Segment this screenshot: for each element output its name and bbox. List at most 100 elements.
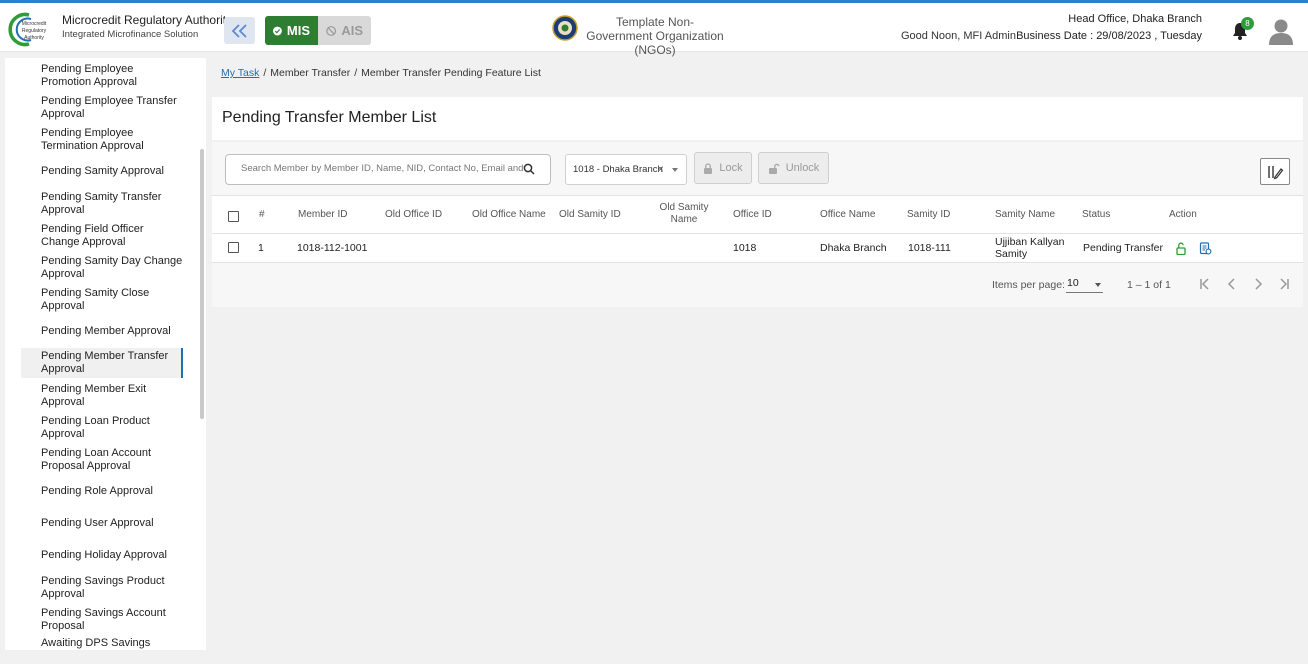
unlock-button[interactable]: Unlock bbox=[758, 152, 829, 184]
items-per-page-select[interactable]: 10 bbox=[1066, 277, 1103, 293]
logo-line-2: Regulatory bbox=[22, 28, 47, 34]
column-header-member-id[interactable]: Member ID bbox=[298, 209, 347, 220]
row-member-id: 1018-112-1001 bbox=[297, 242, 368, 254]
sidebar-item-member-transfer[interactable]: Pending Member Transfer Approval bbox=[21, 348, 183, 378]
ais-mode-button[interactable]: AIS bbox=[318, 16, 371, 45]
clear-icon[interactable]: × bbox=[657, 162, 664, 176]
sidebar-item-loan-account-proposal[interactable]: Pending Loan Account Proposal Approval bbox=[21, 445, 183, 475]
unlock-icon bbox=[768, 163, 780, 174]
breadcrumb-separator: / bbox=[354, 67, 358, 79]
row-office-id: 1018 bbox=[733, 242, 757, 254]
previous-page-icon[interactable] bbox=[1225, 277, 1239, 291]
table-row: 1 1018-112-1001 1018 Dhaka Branch 1018-1… bbox=[212, 234, 1303, 263]
business-date: Business Date : 29/08/2023 , Tuesday bbox=[1016, 30, 1202, 42]
member-search-input[interactable] bbox=[241, 163, 526, 174]
column-header-old-office-name[interactable]: Old Office Name bbox=[472, 209, 546, 220]
row-status: Pending Transfer bbox=[1083, 242, 1163, 254]
column-header-samity-id[interactable]: Samity ID bbox=[907, 209, 950, 220]
sidebar-item-employee-transfer[interactable]: Pending Employee Transfer Approval bbox=[21, 93, 183, 123]
edit-columns-icon bbox=[1268, 165, 1284, 179]
breadcrumb: My Task / Member Transfer / Member Trans… bbox=[221, 67, 541, 79]
mis-label: MIS bbox=[286, 23, 310, 38]
sidebar-item-employee-promotion[interactable]: Pending Employee Promotion Approval bbox=[21, 61, 183, 91]
organization-name: Template Non-Government Organization (NG… bbox=[586, 15, 724, 57]
row-samity-id: 1018-111 bbox=[908, 242, 951, 254]
view-details-icon[interactable] bbox=[1199, 242, 1212, 255]
paginator: Items per page: 10 1 – 1 of 1 bbox=[212, 263, 1303, 307]
column-header-old-samity-id[interactable]: Old Samity ID bbox=[559, 209, 621, 220]
select-all-checkbox[interactable] bbox=[228, 211, 239, 222]
column-header-action: Action bbox=[1169, 209, 1197, 220]
sidebar-item-member-approval[interactable]: Pending Member Approval bbox=[21, 316, 183, 346]
breadcrumb-separator: / bbox=[263, 67, 267, 79]
title-card: Pending Transfer Member List bbox=[212, 97, 1303, 140]
sidebar-item-awaiting-dps[interactable]: Awaiting DPS Savings bbox=[21, 630, 183, 650]
sidebar-item-employee-termination[interactable]: Pending Employee Termination Approval bbox=[21, 125, 183, 155]
member-list-panel: 1018 - Dhaka Branch × Lock Unlock # Memb… bbox=[212, 142, 1303, 307]
first-page-icon[interactable] bbox=[1198, 277, 1212, 291]
unlock-action-icon[interactable] bbox=[1175, 242, 1188, 255]
lock-label: Lock bbox=[719, 162, 743, 174]
check-circle-icon bbox=[273, 26, 282, 35]
branch-select-value: 1018 - Dhaka Branch bbox=[573, 164, 663, 175]
lock-icon bbox=[704, 162, 713, 174]
sidebar-item-field-officer-change[interactable]: Pending Field Officer Change Approval bbox=[21, 221, 183, 251]
sidebar-item-role-approval[interactable]: Pending Role Approval bbox=[21, 476, 183, 506]
items-per-page-label: Items per page: bbox=[992, 279, 1065, 291]
user-avatar-icon[interactable] bbox=[1268, 17, 1294, 45]
last-page-icon[interactable] bbox=[1277, 277, 1291, 291]
mra-logo: Microcredit Regulatory Authority bbox=[7, 11, 57, 47]
sidebar-item-holiday-approval[interactable]: Pending Holiday Approval bbox=[21, 540, 183, 570]
sidebar-item-samity-approval[interactable]: Pending Samity Approval bbox=[21, 156, 183, 186]
sidebar-nav: Pending Employee Promotion Approval Pend… bbox=[5, 58, 206, 650]
government-seal-icon bbox=[552, 15, 578, 41]
user-greeting: Good Noon, MFI Admin bbox=[901, 30, 1016, 42]
page-range-label: 1 – 1 of 1 bbox=[1127, 279, 1171, 291]
next-page-icon[interactable] bbox=[1251, 277, 1265, 291]
current-branch: Head Office, Dhaka Branch bbox=[1068, 13, 1202, 25]
breadcrumb-member-transfer: Member Transfer bbox=[270, 67, 351, 79]
double-chevron-left-icon bbox=[231, 23, 247, 38]
module-toggle: MIS AIS bbox=[265, 16, 371, 45]
chevron-down-icon[interactable] bbox=[672, 168, 678, 172]
sidebar-item-user-approval[interactable]: Pending User Approval bbox=[21, 508, 183, 538]
column-header-old-office-id[interactable]: Old Office ID bbox=[385, 209, 442, 220]
unlock-label: Unlock bbox=[785, 162, 820, 174]
column-header-office-id[interactable]: Office ID bbox=[733, 209, 772, 220]
sidebar-item-samity-close[interactable]: Pending Samity Close Approval bbox=[21, 285, 183, 315]
lock-button[interactable]: Lock bbox=[694, 152, 752, 184]
row-office-name: Dhaka Branch bbox=[820, 242, 887, 254]
column-header-office-name[interactable]: Office Name bbox=[820, 209, 875, 220]
chevron-down-icon bbox=[1095, 283, 1101, 287]
brand-subtitle: Integrated Microfinance Solution bbox=[62, 29, 199, 40]
items-per-page-value: 10 bbox=[1067, 277, 1079, 289]
row-select-checkbox[interactable] bbox=[228, 242, 239, 253]
sidebar-item-member-exit[interactable]: Pending Member Exit Approval bbox=[21, 381, 183, 411]
search-box bbox=[225, 154, 551, 185]
logo-line-3: Authority bbox=[24, 35, 44, 41]
search-icon[interactable] bbox=[523, 163, 535, 175]
table-header: # Member ID Old Office ID Old Office Nam… bbox=[212, 195, 1303, 234]
breadcrumb-current-page: Member Transfer Pending Feature List bbox=[361, 67, 541, 79]
ais-label: AIS bbox=[341, 23, 363, 38]
sidebar-item-loan-product[interactable]: Pending Loan Product Approval bbox=[21, 413, 183, 443]
top-header: Microcredit Regulatory Authority Microcr… bbox=[0, 3, 1308, 57]
breadcrumb-my-task-link[interactable]: My Task bbox=[221, 67, 259, 79]
branch-select[interactable]: 1018 - Dhaka Branch × bbox=[565, 154, 687, 185]
column-settings-button[interactable] bbox=[1260, 158, 1290, 185]
column-header-status[interactable]: Status bbox=[1082, 209, 1110, 220]
page-title: Pending Transfer Member List bbox=[222, 109, 437, 126]
column-header-old-samity-name[interactable]: Old Samity Name bbox=[655, 202, 713, 226]
blocked-icon bbox=[326, 25, 337, 36]
logo-line-1: Microcredit bbox=[22, 21, 47, 27]
row-samity-name: Ujjiban Kallyan Samity bbox=[995, 236, 1065, 260]
sidebar-item-samity-day-change[interactable]: Pending Samity Day Change Approval bbox=[21, 253, 183, 283]
mis-mode-button[interactable]: MIS bbox=[265, 16, 318, 45]
sidebar-item-samity-transfer[interactable]: Pending Samity Transfer Approval bbox=[21, 189, 183, 219]
sidebar-scrollbar[interactable] bbox=[200, 149, 204, 419]
row-index: 1 bbox=[258, 242, 264, 254]
sidebar-item-savings-product[interactable]: Pending Savings Product Approval bbox=[21, 573, 183, 603]
collapse-sidebar-button[interactable] bbox=[224, 17, 255, 44]
column-header-samity-name[interactable]: Samity Name bbox=[995, 209, 1055, 220]
column-header-index: # bbox=[259, 209, 265, 220]
